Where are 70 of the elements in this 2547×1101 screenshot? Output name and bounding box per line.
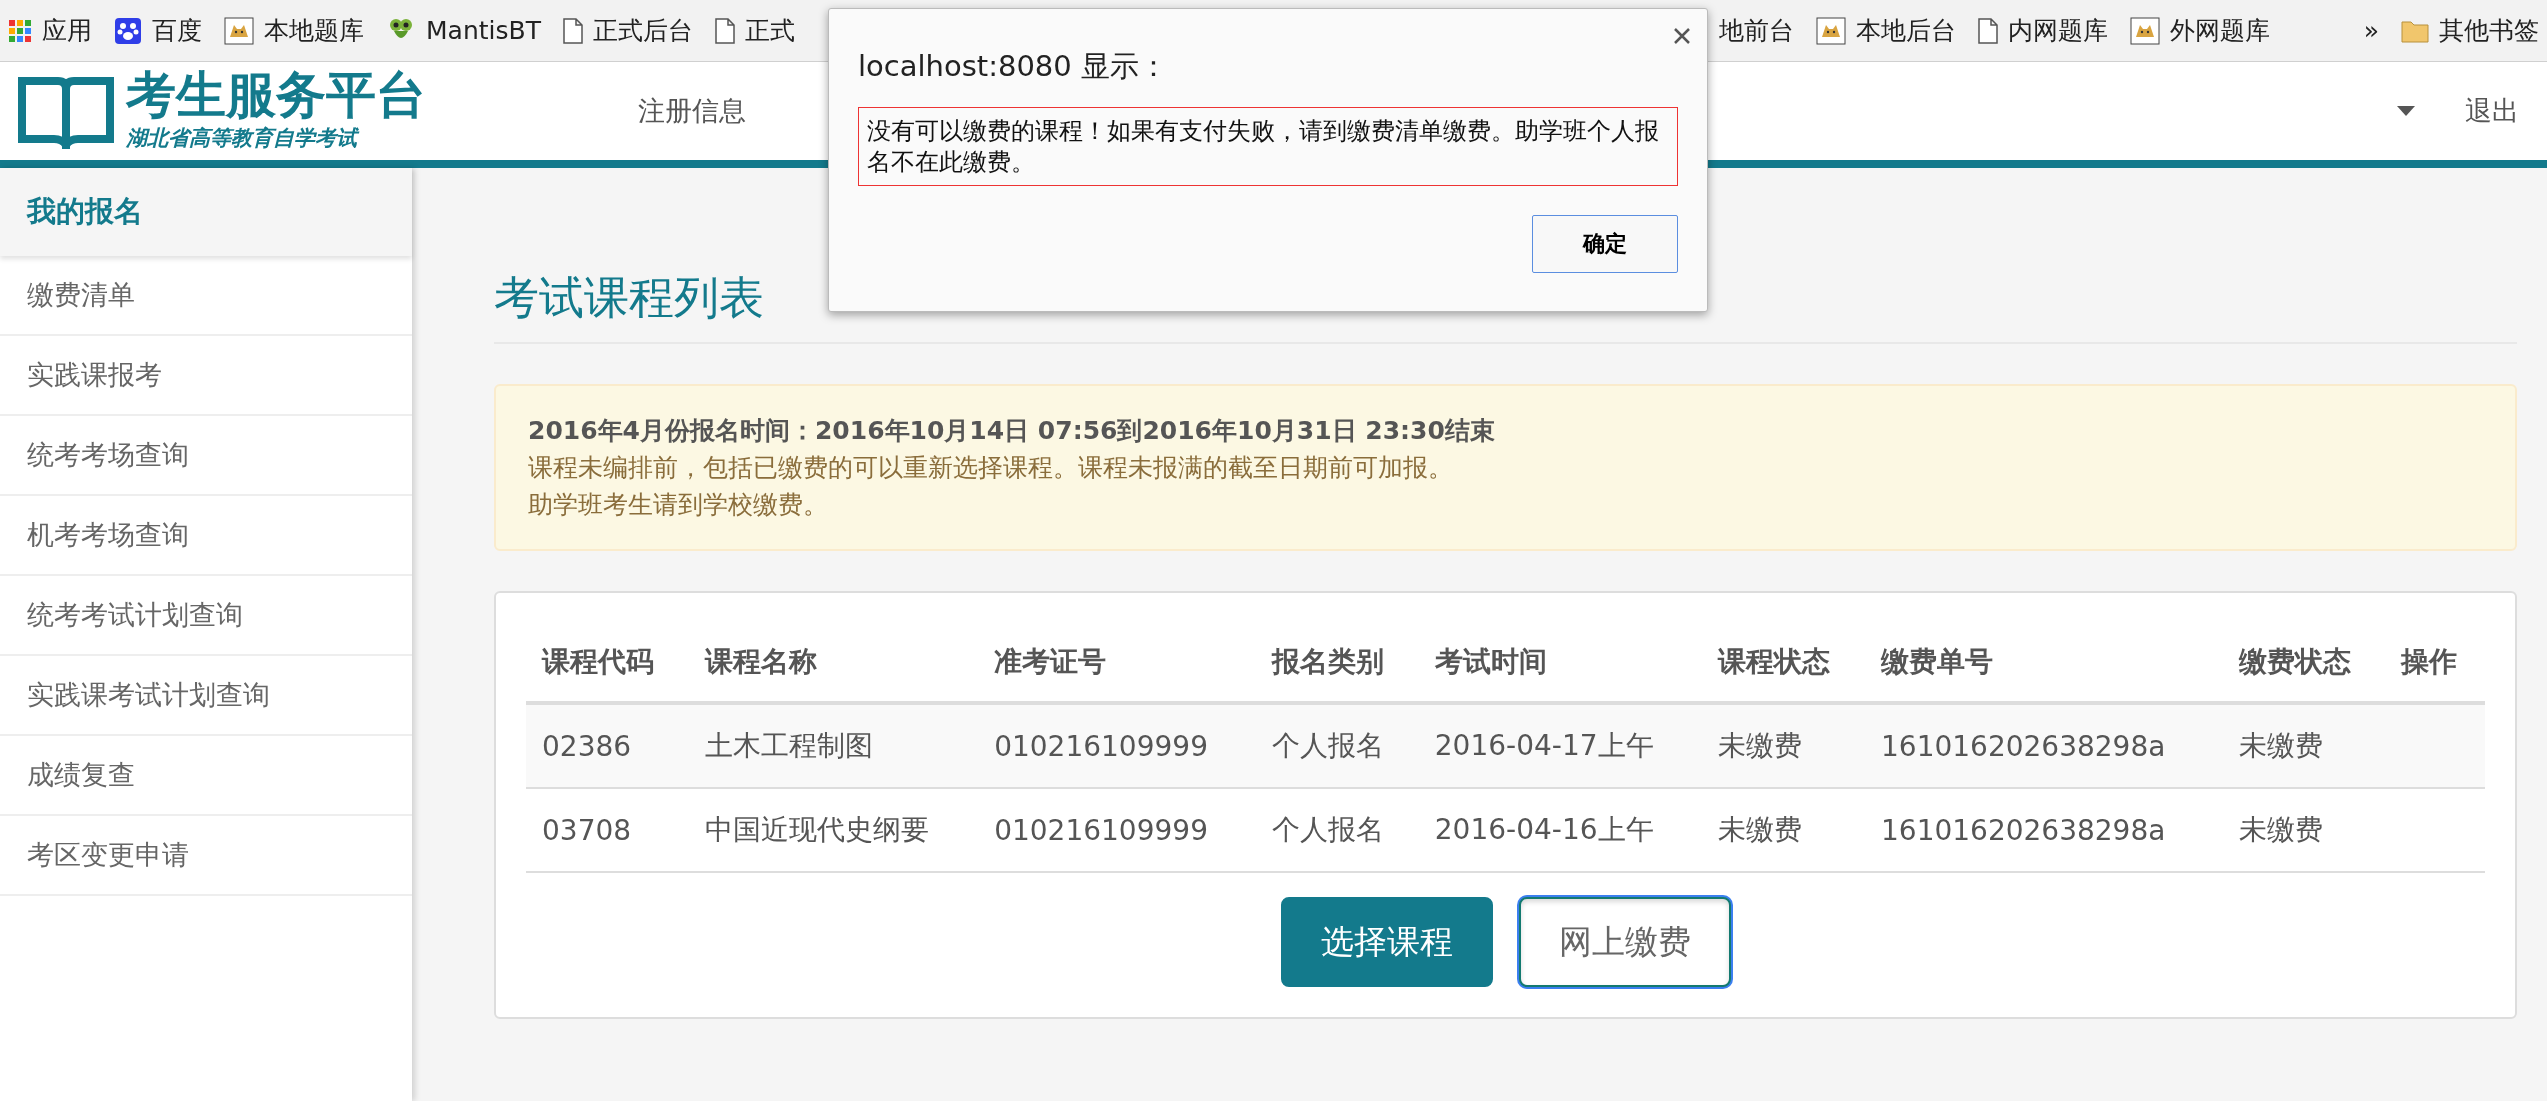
sidebar-item[interactable]: 成绩复查: [0, 736, 412, 816]
bookmark[interactable]: MantisBT: [386, 16, 541, 45]
sidebar-item[interactable]: 统考考场查询: [0, 416, 412, 496]
sidebar-item[interactable]: 实践课报考: [0, 336, 412, 416]
sidebar-item[interactable]: 机考考场查询: [0, 496, 412, 576]
cat-icon: [224, 16, 254, 45]
bookmark-label: 应用: [42, 15, 92, 47]
table-cell: 个人报名: [1256, 788, 1419, 872]
bookmark[interactable]: 百度: [114, 14, 202, 47]
bookmark-label: MantisBT: [426, 16, 541, 45]
table-cell: 02386: [526, 703, 689, 788]
select-courses-button[interactable]: 选择课程: [1280, 897, 1493, 987]
table-cell: 未缴费: [2222, 703, 2386, 788]
bookmark-label: 本地题库: [264, 15, 364, 47]
ok-button[interactable]: 确定: [1532, 215, 1678, 273]
notice-text: 课程未编排前，包括已缴费的可以重新选择课程。课程未报满的截至日期前可加报。: [528, 452, 1454, 484]
table-cell: 161016202638298a: [1865, 703, 2223, 788]
notice-text: 助学班考生请到学校缴费。: [528, 489, 829, 521]
bookmarks-overflow[interactable]: »: [2363, 16, 2379, 45]
table-cell: 未缴费: [1702, 703, 1865, 788]
logo-title: 考生服务平台: [126, 70, 426, 120]
sidebar-heading: 我的报名: [0, 168, 412, 256]
bookmark[interactable]: 本地后台: [1815, 14, 1956, 47]
bookmark[interactable]: 内网题库: [1977, 14, 2108, 47]
logout-link[interactable]: 退出: [2465, 93, 2519, 129]
dialog-message: 没有可以缴费的课程！如果有支付失败，请到缴费清单缴费。助学班个人报名不在此缴费。: [858, 107, 1678, 187]
table-cell: 161016202638298a: [1865, 788, 2223, 872]
bookmark-label: 百度: [152, 15, 202, 47]
page-icon: [714, 17, 735, 44]
bookmark-label: 外网题库: [2169, 15, 2270, 47]
dialog-title: localhost:8080 显示：: [858, 48, 1169, 85]
table-cell: 2016-04-16上午: [1418, 788, 1703, 872]
table-cell: 未缴费: [2222, 788, 2386, 872]
bookmark[interactable]: 其他书签: [2401, 14, 2539, 47]
apps-grid-icon: [8, 18, 32, 43]
table-cell: 未缴费: [1702, 788, 1865, 872]
table-cell: 中国近现代史纲要: [688, 788, 979, 872]
sidebar-item[interactable]: 实践课考试计划查询: [0, 656, 412, 736]
bookmark-label: 本地后台: [1855, 15, 1956, 47]
close-icon[interactable]: [1673, 27, 1691, 45]
table-cell: 土木工程制图: [688, 703, 979, 788]
sidebar-item[interactable]: 统考考试计划查询: [0, 576, 412, 656]
table-cell: 2016-04-17上午: [1418, 703, 1703, 788]
bookmark[interactable]: 外网题库: [2129, 14, 2270, 47]
page-icon: [1977, 17, 1998, 44]
cat-icon: [2129, 16, 2160, 45]
bookmark-label: 正式后台: [592, 15, 693, 47]
bookmark-label: 内网题库: [2007, 15, 2108, 47]
sidebar-item[interactable]: 缴费清单: [0, 256, 412, 336]
bookmark[interactable]: 应用: [8, 14, 92, 47]
pay-online-button[interactable]: 网上缴费: [1518, 897, 1731, 987]
cat-icon: [1815, 16, 1846, 45]
bookmark[interactable]: 本地题库: [224, 14, 364, 47]
bookmark-label: 正式: [744, 15, 795, 47]
caret-icon[interactable]: [2397, 106, 2415, 116]
bookmark[interactable]: 正式: [714, 14, 795, 47]
sidebar-item[interactable]: 考区变更申请: [0, 816, 412, 896]
notice-heading: 2016年4月份报名时间：2016年10月14日 07:56到2016年10月31日 23:30结束: [528, 415, 1496, 447]
nav-link[interactable]: 注册信息: [638, 93, 746, 129]
page-icon: [562, 17, 583, 44]
bookmark-label: 其他书签: [2439, 15, 2539, 47]
table-cell: 010216109999: [978, 788, 1256, 872]
paw-icon: [114, 16, 142, 45]
logo-subtitle: 湖北省高等教育自学考试: [126, 124, 426, 152]
folder-icon: [2401, 18, 2429, 43]
table-cell: 个人报名: [1256, 703, 1419, 788]
bookmark[interactable]: 地前台: [1718, 14, 1794, 47]
table-cell: 010216109999: [978, 703, 1256, 788]
table-cell: 03708: [526, 788, 689, 872]
bookmark[interactable]: 正式后台: [562, 14, 693, 47]
